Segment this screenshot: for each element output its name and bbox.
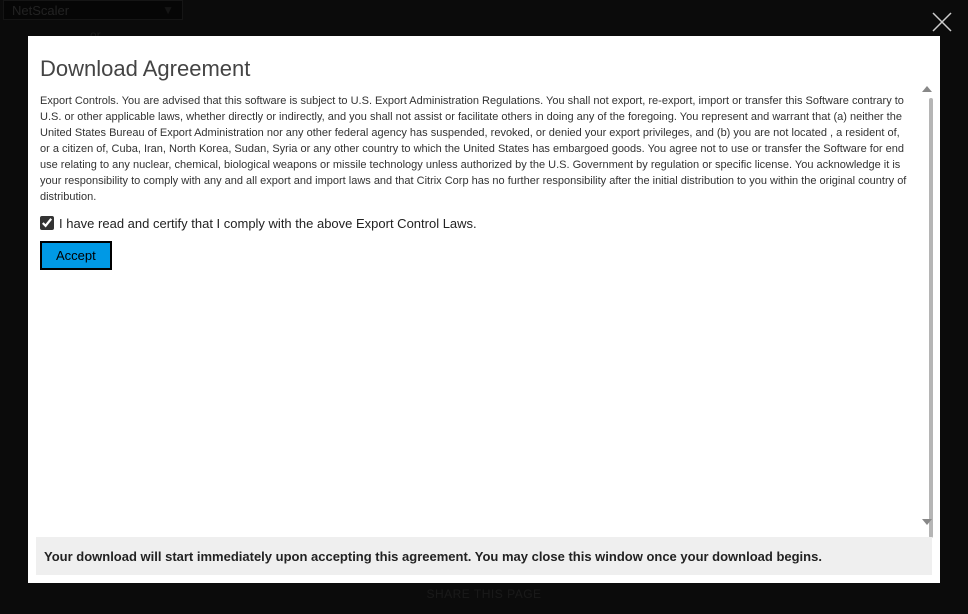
agreement-text: Export Controls. You are advised that th… <box>40 94 908 206</box>
certify-checkbox[interactable] <box>40 216 54 230</box>
scrollbar-thumb[interactable] <box>929 98 933 538</box>
scroll-up-arrow-icon[interactable] <box>922 86 932 92</box>
close-button[interactable] <box>930 10 954 34</box>
certify-checkbox-label: I have read and certify that I comply wi… <box>59 216 477 231</box>
footer-text: Your download will start immediately upo… <box>44 549 822 564</box>
modal-body: Download Agreement Export Controls. You … <box>28 36 940 531</box>
close-icon <box>930 10 954 34</box>
scroll-down-arrow-icon[interactable] <box>922 519 932 525</box>
modal-title: Download Agreement <box>40 56 908 82</box>
accept-button[interactable]: Accept <box>40 241 112 270</box>
certify-checkbox-row[interactable]: I have read and certify that I comply wi… <box>40 216 908 231</box>
modal-footer: Your download will start immediately upo… <box>36 537 932 575</box>
download-agreement-modal: Download Agreement Export Controls. You … <box>28 36 940 583</box>
